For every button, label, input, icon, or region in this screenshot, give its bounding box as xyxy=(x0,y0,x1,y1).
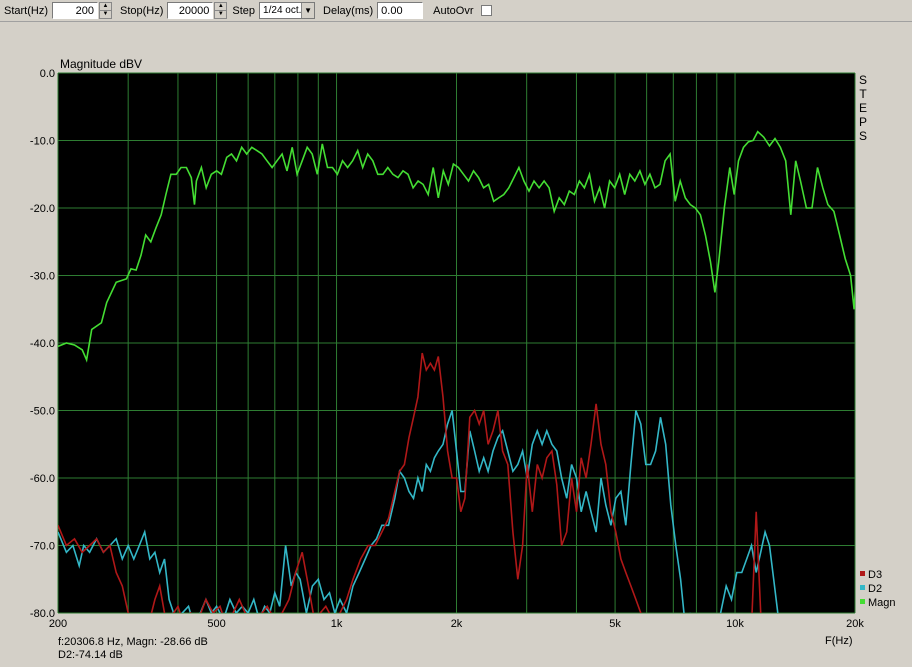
legend-swatch-d2 xyxy=(860,585,865,590)
x-tick-label: 5k xyxy=(609,618,621,630)
start-spinner[interactable]: ▲ ▼ xyxy=(99,2,112,19)
cursor-readout-line1: f:20306.8 Hz, Magn: -28.66 dB xyxy=(58,636,208,648)
magnitude-chart[interactable]: Magnitude dBV F(Hz) 0.0 -10.0 -20.0 -30.0 -4… xyxy=(0,22,912,667)
y-tick-label: -60.0 xyxy=(30,473,55,485)
delay-label: Delay(ms) xyxy=(323,4,374,17)
x-tick-label: 1k xyxy=(331,618,343,630)
legend-swatch-d3 xyxy=(860,571,865,576)
y-tick-label: -50.0 xyxy=(30,406,55,418)
y-tick-label: -30.0 xyxy=(30,271,55,283)
legend-swatch-magn xyxy=(860,599,865,604)
legend-label-d2: D2 xyxy=(868,583,882,595)
stop-input[interactable] xyxy=(167,2,214,19)
y-tick-label: -10.0 xyxy=(30,136,55,148)
start-label: Start(Hz) xyxy=(4,4,48,17)
x-tick-label: 20k xyxy=(846,618,864,630)
y-tick-label: 0.0 xyxy=(40,68,55,80)
chevron-down-icon[interactable]: ▼ xyxy=(301,3,315,18)
steps-label-letter: P xyxy=(859,115,867,129)
spin-up-icon[interactable]: ▲ xyxy=(100,3,111,10)
x-tick-label: 10k xyxy=(726,618,744,630)
steps-label-letter: T xyxy=(859,87,867,101)
step-select-value: 1/24 oct. xyxy=(263,5,302,16)
y-tick-label: -20.0 xyxy=(30,203,55,215)
y-tick-label: -40.0 xyxy=(30,338,55,350)
spin-down-icon[interactable]: ▼ xyxy=(100,10,111,18)
x-tick-label: 2k xyxy=(451,618,463,630)
spin-down-icon[interactable]: ▼ xyxy=(215,10,227,18)
toolbar: Start(Hz) ▲ ▼ Stop(Hz) ▲ ▼ Step 1/24 oct… xyxy=(0,0,912,22)
x-tick-label: 500 xyxy=(207,618,225,630)
step-select[interactable]: 1/24 oct. ▼ xyxy=(259,2,316,19)
delay-input[interactable] xyxy=(377,2,424,19)
autoovr-label: AutoOvr xyxy=(433,4,474,17)
start-input[interactable] xyxy=(52,2,98,19)
spin-up-icon[interactable]: ▲ xyxy=(215,3,226,10)
stop-label: Stop(Hz) xyxy=(120,4,164,17)
legend-label-d3: D3 xyxy=(868,569,882,581)
steps-label-letter: S xyxy=(859,129,867,143)
grid xyxy=(57,72,856,614)
y-axis-label: Magnitude dBV xyxy=(60,57,142,71)
chart-area: Magnitude dBV F(Hz) 0.0 -10.0 -20.0 -30.0 -4… xyxy=(0,22,912,667)
autoovr-checkbox[interactable] xyxy=(480,5,492,16)
legend-label-magn: Magn xyxy=(868,597,896,609)
x-axis-label: F(Hz) xyxy=(825,635,853,647)
stop-spinner[interactable]: ▲ ▼ xyxy=(214,2,228,19)
cursor-readout-line2: D2:-74.14 dB xyxy=(58,649,123,661)
x-tick-label: 200 xyxy=(49,618,67,630)
y-tick-label: -70.0 xyxy=(30,541,55,553)
steps-label-letter: E xyxy=(859,101,867,115)
steps-label-letter: S xyxy=(859,73,867,87)
step-label: Step xyxy=(232,4,256,17)
